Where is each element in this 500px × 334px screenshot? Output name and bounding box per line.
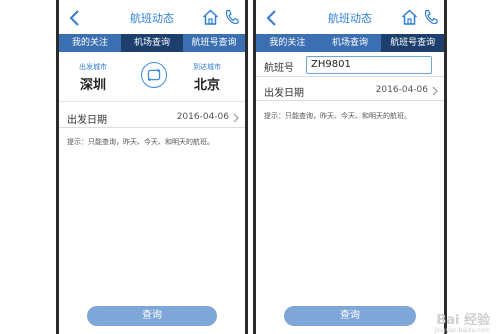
phone-icon[interactable] bbox=[224, 9, 239, 25]
query-button[interactable]: 查询 bbox=[87, 306, 217, 326]
departure-label: 出发城市 bbox=[79, 63, 107, 71]
divider bbox=[59, 101, 245, 102]
left-screen: 航班动态 我的关注 机场查询 航班号查询 出发城市 深圳 到达城市 北京 出发日… bbox=[56, 0, 248, 334]
top-bar: 航班动态 bbox=[256, 0, 444, 36]
tab-my-follow[interactable]: 我的关注 bbox=[59, 34, 121, 52]
flight-number-label: 航班号 bbox=[264, 63, 294, 74]
hint-text: 提示：只能查询，昨天、今天、和明天的航班。 bbox=[264, 112, 411, 120]
tab-my-follow[interactable]: 我的关注 bbox=[256, 34, 319, 52]
date-label: 出发日期 bbox=[264, 88, 304, 99]
chevron-right-icon bbox=[233, 113, 239, 123]
date-value: 2016-04-06 bbox=[375, 85, 428, 95]
tab-bar: 我的关注 机场查询 航班号查询 bbox=[59, 34, 245, 52]
watermark: Bai 经验 bbox=[436, 313, 490, 328]
home-icon[interactable] bbox=[401, 9, 418, 25]
top-bar: 航班动态 bbox=[59, 0, 245, 36]
flight-number-row: 航班号 ZH9801 bbox=[256, 55, 444, 77]
date-value: 2016-04-06 bbox=[176, 112, 229, 122]
query-button[interactable]: 查询 bbox=[284, 306, 416, 326]
chevron-right-icon bbox=[432, 86, 438, 96]
home-icon[interactable] bbox=[202, 9, 219, 25]
right-screen: 航班动态 我的关注 机场查询 航班号查询 航班号 ZH9801 出发日期 201… bbox=[253, 0, 447, 334]
flight-number-input[interactable]: ZH9801 bbox=[306, 56, 432, 74]
arrival-label: 到达城市 bbox=[193, 63, 221, 71]
departure-city-picker[interactable]: 出发城市 深圳 bbox=[63, 62, 123, 93]
hint-text: 提示：只能查询，昨天、今天、和明天的航班。 bbox=[67, 138, 214, 146]
departure-city: 深圳 bbox=[79, 78, 106, 93]
city-selector: 出发城市 深圳 到达城市 北京 bbox=[59, 56, 245, 100]
phone-icon[interactable] bbox=[423, 9, 438, 25]
tab-flight-number-query[interactable]: 航班号查询 bbox=[381, 34, 445, 52]
departure-date-row[interactable]: 出发日期 2016-04-06 bbox=[59, 108, 245, 128]
date-label: 出发日期 bbox=[67, 115, 107, 126]
arrival-city-picker[interactable]: 到达城市 北京 bbox=[177, 62, 237, 93]
arrival-city: 北京 bbox=[193, 78, 220, 93]
watermark-url: jingyan.baidu.com bbox=[434, 327, 490, 334]
departure-date-row[interactable]: 出发日期 2016-04-06 bbox=[256, 81, 444, 101]
tab-airport-query[interactable]: 机场查询 bbox=[319, 34, 382, 52]
tab-flight-number-query[interactable]: 航班号查询 bbox=[183, 34, 245, 52]
swap-cities-icon[interactable] bbox=[141, 62, 167, 88]
tab-bar: 我的关注 机场查询 航班号查询 bbox=[256, 34, 445, 52]
tab-airport-query[interactable]: 机场查询 bbox=[121, 34, 183, 52]
